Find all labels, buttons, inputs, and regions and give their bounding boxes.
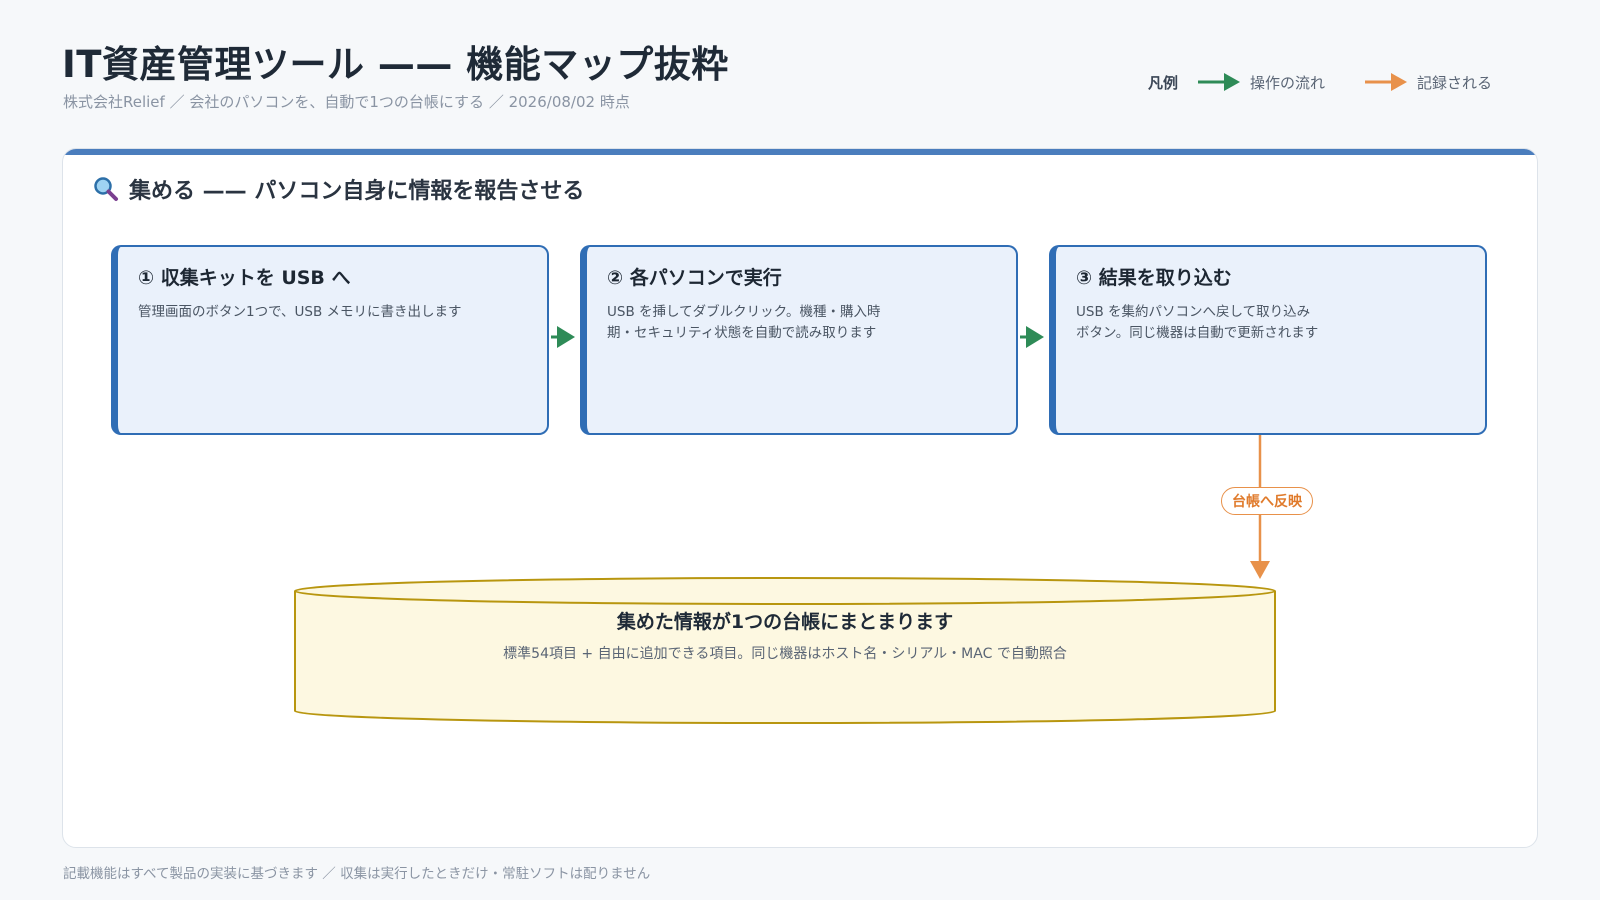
legend-label-record: 記録される <box>1417 73 1493 92</box>
arrow-icon <box>1365 73 1408 91</box>
legend: 凡例 操作の流れ 記録される <box>1148 70 1492 94</box>
record-label-badge: 台帳へ反映 <box>1221 487 1313 515</box>
flow-arrow <box>551 326 575 348</box>
page: IT資産管理ツール —— 機能マップ抜粋 株式会社Relief ／ 会社のパソコ… <box>0 0 1600 900</box>
page-subtitle: 株式会社Relief ／ 会社のパソコンを、自動で1つの台帳にする ／ 2026… <box>63 93 630 111</box>
ledger-title: 集めた情報が1つの台帳にまとまります <box>616 611 954 633</box>
legend-item-flow: 操作の流れ <box>1196 71 1325 93</box>
legend-item-record: 記録される <box>1363 71 1492 93</box>
collect-panel: 集める —— パソコン自身に情報を報告させる ① 収集キットを USB へ 管理… <box>62 148 1538 848</box>
flow-arrow <box>1020 326 1044 348</box>
ledger-desc: 標準54項目 + 自由に追加できる項目。同じ機器はホスト名・シリアル・MAC で… <box>503 646 1067 662</box>
legend-title: 凡例 <box>1148 73 1179 92</box>
legend-label-flow: 操作の流れ <box>1250 73 1326 92</box>
page-title: IT資産管理ツール —— 機能マップ抜粋 <box>62 43 729 86</box>
diagram-connectors <box>294 326 1276 724</box>
arrow-icon <box>1198 73 1241 91</box>
footer-note: 記載機能はすべて製品の実装に基づきます ／ 収集は実行したときだけ・常駐ソフトは… <box>63 866 651 882</box>
